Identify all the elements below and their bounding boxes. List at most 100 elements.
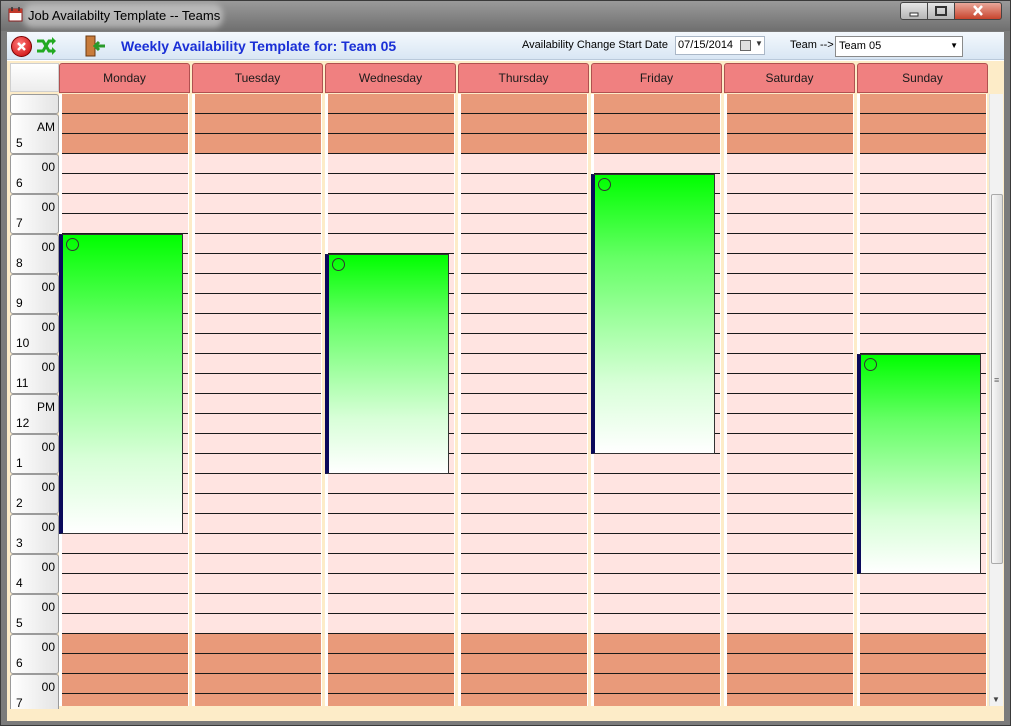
day-header-saturday[interactable]: Saturday [724, 63, 855, 93]
day-header-friday[interactable]: Friday [591, 63, 722, 93]
time-slot[interactable] [62, 614, 188, 634]
time-slot[interactable] [62, 194, 188, 214]
cancel-button[interactable] [11, 36, 32, 57]
time-slot[interactable] [727, 434, 853, 454]
time-slot[interactable] [195, 314, 321, 334]
time-slot[interactable] [195, 694, 321, 706]
time-slot[interactable] [461, 174, 587, 194]
time-slot[interactable] [328, 514, 454, 534]
time-slot[interactable] [594, 114, 720, 134]
time-slot[interactable] [328, 674, 454, 694]
time-slot[interactable] [461, 254, 587, 274]
time-slot[interactable] [62, 634, 188, 654]
time-slot[interactable] [62, 214, 188, 234]
time-slot[interactable] [62, 694, 188, 706]
day-column-thursday[interactable] [458, 94, 588, 706]
time-slot[interactable] [195, 654, 321, 674]
time-slot[interactable] [461, 454, 587, 474]
time-slot[interactable] [860, 94, 986, 114]
time-slot[interactable] [461, 334, 587, 354]
time-slot[interactable] [62, 114, 188, 134]
time-slot[interactable] [727, 114, 853, 134]
time-slot[interactable] [860, 234, 986, 254]
day-column-tuesday[interactable] [192, 94, 322, 706]
time-slot[interactable] [195, 494, 321, 514]
time-slot[interactable] [727, 294, 853, 314]
time-slot[interactable] [461, 554, 587, 574]
time-slot[interactable] [195, 594, 321, 614]
time-slot[interactable] [860, 574, 986, 594]
day-column-sunday[interactable] [857, 94, 987, 706]
time-slot[interactable] [195, 234, 321, 254]
time-slot[interactable] [195, 334, 321, 354]
time-slot[interactable] [195, 474, 321, 494]
time-slot[interactable] [195, 174, 321, 194]
time-slot[interactable] [461, 94, 587, 114]
time-slot[interactable] [727, 254, 853, 274]
time-slot[interactable] [461, 294, 587, 314]
time-slot[interactable] [860, 114, 986, 134]
time-slot[interactable] [195, 634, 321, 654]
time-slot[interactable] [62, 554, 188, 574]
time-slot[interactable] [62, 674, 188, 694]
time-slot[interactable] [594, 534, 720, 554]
time-slot[interactable] [195, 574, 321, 594]
time-slot[interactable] [195, 394, 321, 414]
time-slot[interactable] [727, 414, 853, 434]
time-slot[interactable] [727, 174, 853, 194]
time-slot[interactable] [195, 454, 321, 474]
time-slot[interactable] [328, 634, 454, 654]
time-slot[interactable] [195, 254, 321, 274]
time-slot[interactable] [461, 414, 587, 434]
time-slot[interactable] [461, 594, 587, 614]
time-slot[interactable] [62, 594, 188, 614]
time-slot[interactable] [461, 274, 587, 294]
time-slot[interactable] [328, 694, 454, 706]
time-slot[interactable] [328, 594, 454, 614]
time-slot[interactable] [195, 614, 321, 634]
calendar-icon[interactable] [740, 40, 751, 51]
time-slot[interactable] [195, 194, 321, 214]
time-slot[interactable] [195, 674, 321, 694]
time-slot[interactable] [461, 234, 587, 254]
maximize-button[interactable] [927, 2, 955, 20]
time-slot[interactable] [461, 474, 587, 494]
time-slot[interactable] [727, 574, 853, 594]
time-slot[interactable] [328, 174, 454, 194]
time-slot[interactable] [328, 494, 454, 514]
time-slot[interactable] [195, 114, 321, 134]
time-slot[interactable] [195, 514, 321, 534]
time-slot[interactable] [328, 214, 454, 234]
shuffle-icon[interactable] [35, 36, 57, 56]
time-slot[interactable] [461, 574, 587, 594]
time-slot[interactable] [461, 394, 587, 414]
time-slot[interactable] [195, 374, 321, 394]
time-slot[interactable] [62, 534, 188, 554]
day-header-sunday[interactable]: Sunday [857, 63, 988, 93]
time-slot[interactable] [328, 194, 454, 214]
time-slot[interactable] [594, 574, 720, 594]
time-slot[interactable] [727, 614, 853, 634]
time-slot[interactable] [328, 154, 454, 174]
time-slot[interactable] [461, 114, 587, 134]
day-header-thursday[interactable]: Thursday [458, 63, 589, 93]
time-slot[interactable] [860, 174, 986, 194]
time-slot[interactable] [860, 674, 986, 694]
day-header-wednesday[interactable]: Wednesday [325, 63, 456, 93]
time-slot[interactable] [860, 614, 986, 634]
time-slot[interactable] [727, 334, 853, 354]
time-slot[interactable] [195, 354, 321, 374]
time-slot[interactable] [328, 614, 454, 634]
time-slot[interactable] [195, 434, 321, 454]
time-slot[interactable] [594, 514, 720, 534]
time-slot[interactable] [195, 134, 321, 154]
team-select[interactable]: Team 05 ▼ [835, 36, 963, 57]
time-slot[interactable] [860, 334, 986, 354]
minimize-button[interactable] [900, 2, 928, 20]
time-slot[interactable] [727, 274, 853, 294]
availability-block-friday[interactable] [591, 174, 715, 454]
time-slot[interactable] [860, 254, 986, 274]
time-slot[interactable] [727, 194, 853, 214]
day-column-monday[interactable] [59, 94, 189, 706]
time-slot[interactable] [195, 534, 321, 554]
